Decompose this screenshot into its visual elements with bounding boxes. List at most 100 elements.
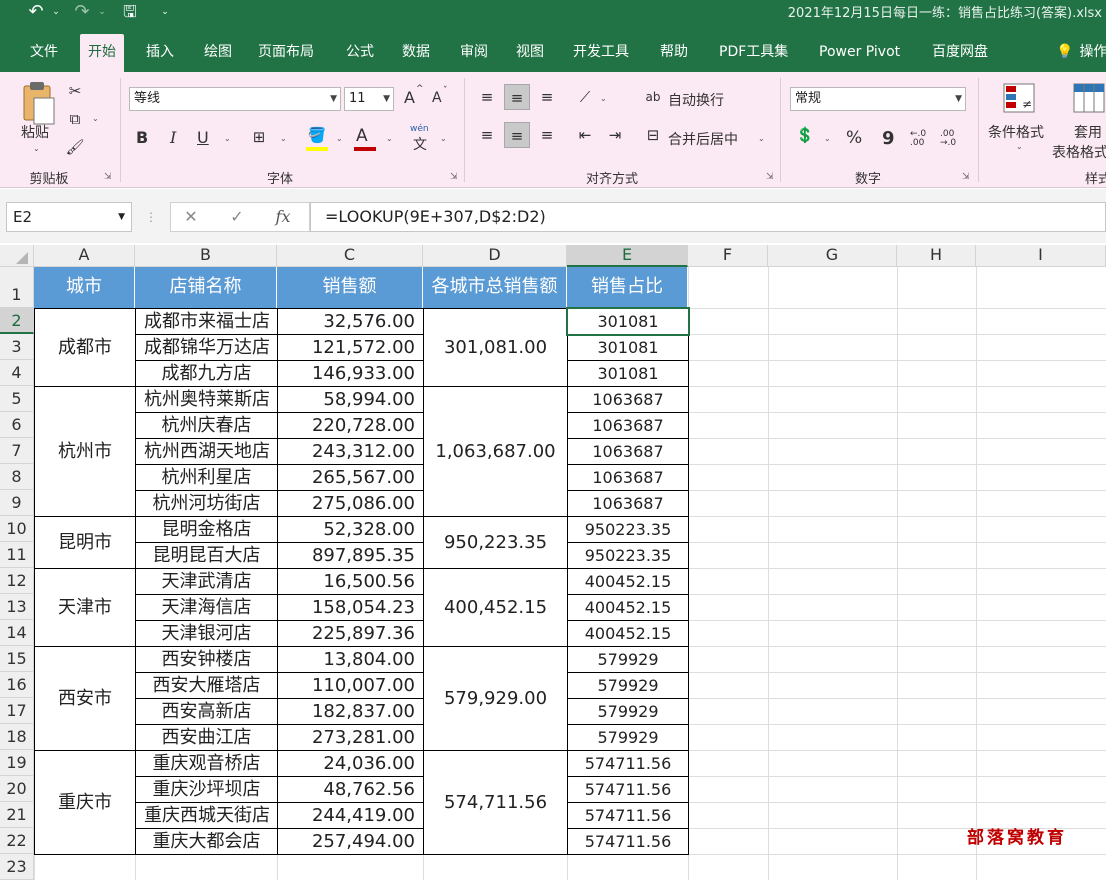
city-cell[interactable]: 杭州市 [34,386,136,517]
font-color-button[interactable]: A [356,126,368,146]
tab-7[interactable]: 审阅 [452,32,496,72]
store-name-cell[interactable]: 杭州利星店 [135,464,278,491]
cancel-icon[interactable]: ✕ [176,202,206,232]
table-header-cell[interactable]: 店铺名称 [135,267,277,308]
sales-ratio-cell[interactable]: 1063687 [567,438,689,465]
align-right-icon[interactable]: ≡ [534,122,560,148]
city-total-cell[interactable]: 950,223.35 [423,516,568,569]
row-header-9[interactable]: 9 [0,490,34,516]
cut-icon[interactable]: ✂ [62,78,88,104]
undo-dropdown-icon[interactable]: ⌄ [50,0,62,24]
sales-ratio-cell[interactable]: 950223.35 [567,516,689,543]
sales-ratio-cell[interactable]: 574711.56 [567,750,689,777]
column-header-G[interactable]: G [768,245,897,267]
chevron-down-icon[interactable]: ▼ [118,203,125,231]
sales-cell[interactable]: 243,312.00 [277,438,424,465]
phonetic-top[interactable]: wén [410,124,429,134]
accounting-format-icon[interactable]: 💲 [792,122,818,148]
sales-cell[interactable]: 32,576.00 [277,308,424,335]
italic-button[interactable]: I [170,128,176,147]
sales-ratio-cell[interactable]: 579929 [567,672,689,699]
conditional-format-icon[interactable]: ≠ [1002,82,1038,116]
store-name-cell[interactable]: 成都市来福士店 [135,308,278,335]
font-size-combo[interactable]: 11 ▼ [344,87,394,111]
column-header-F[interactable]: F [688,245,768,267]
wrap-text-icon[interactable]: ab [640,84,666,110]
row-header-23[interactable]: 23 [0,854,34,880]
save-icon[interactable]: 🖫 [118,0,142,24]
enter-icon[interactable]: ✓ [222,202,252,232]
wrap-text-button[interactable]: 自动换行 [668,90,724,110]
sales-cell[interactable]: 158,054.23 [277,594,424,621]
sales-ratio-cell[interactable]: 400452.15 [567,594,689,621]
row-header-13[interactable]: 13 [0,594,34,620]
tab-1[interactable]: 开始 [80,34,124,72]
font-name-combo[interactable]: 等线 ▼ [129,87,341,111]
tab-4[interactable]: 页面布局 [250,32,322,72]
align-left-icon[interactable]: ≡ [474,122,500,148]
sales-cell[interactable]: 244,419.00 [277,802,424,829]
customize-toolbar-icon[interactable]: ⌄ [158,0,172,24]
redo-icon[interactable]: ↷ [70,0,94,24]
sales-cell[interactable]: 275,086.00 [277,490,424,517]
store-name-cell[interactable]: 西安曲江店 [135,724,278,751]
format-as-table-icon[interactable] [1072,82,1106,116]
tab-9[interactable]: 开发工具 [565,32,637,72]
align-bottom-icon[interactable]: ≡ [534,84,560,110]
sales-cell[interactable]: 182,837.00 [277,698,424,725]
store-name-cell[interactable]: 天津银河店 [135,620,278,647]
format-as-table-button-top[interactable]: 套用 [1074,122,1102,142]
number-format-combo[interactable]: 常规 ▼ [790,87,966,111]
align-middle-icon[interactable]: ≡ [504,84,530,110]
sales-cell[interactable]: 52,328.00 [277,516,424,543]
store-name-cell[interactable]: 重庆沙坪坝店 [135,776,278,803]
city-cell[interactable]: 天津市 [34,568,136,647]
alignment-launcher-icon[interactable]: ⇲ [766,172,774,182]
row-header-4[interactable]: 4 [0,360,34,386]
table-header-cell[interactable]: 销售占比 [567,267,688,308]
fill-color-dropdown-icon[interactable]: ⌄ [336,134,343,143]
conditional-format-dropdown-icon[interactable]: ⌄ [1016,142,1023,151]
decrease-decimal-button[interactable]: .00 →.0 [940,130,968,148]
sales-ratio-cell[interactable]: 574711.56 [567,776,689,803]
tab-13[interactable]: 百度网盘 [924,32,996,72]
sales-ratio-cell[interactable]: 579929 [567,724,689,751]
sales-cell[interactable]: 16,500.56 [277,568,424,595]
column-header-A[interactable]: A [34,245,135,267]
sales-ratio-cell[interactable]: 950223.35 [567,542,689,569]
underline-dropdown-icon[interactable]: ⌄ [224,134,231,143]
row-header-1[interactable]: 1 [0,267,34,308]
store-name-cell[interactable]: 西安高新店 [135,698,278,725]
store-name-cell[interactable]: 天津武清店 [135,568,278,595]
shrink-font-button[interactable]: A [432,90,442,106]
orientation-icon[interactable]: ⟋ [572,84,598,110]
store-name-cell[interactable]: 西安大雁塔店 [135,672,278,699]
number-launcher-icon[interactable]: ⇲ [962,172,970,182]
store-name-cell[interactable]: 西安钟楼店 [135,646,278,673]
store-name-cell[interactable]: 杭州西湖天地店 [135,438,278,465]
row-header-19[interactable]: 19 [0,750,34,776]
redo-dropdown-icon[interactable]: ⌄ [96,0,108,24]
store-name-cell[interactable]: 成都九方店 [135,360,278,387]
format-as-table-button-bottom[interactable]: 表格格式 [1052,142,1106,162]
decrease-indent-icon[interactable]: ⇤ [572,122,598,148]
column-header-B[interactable]: B [135,245,277,267]
chevron-down-icon[interactable]: ▼ [383,88,390,110]
percent-style-button[interactable]: % [846,128,862,148]
phonetic-dropdown-icon[interactable]: ⌄ [440,134,447,143]
column-header-E[interactable]: E [567,245,688,267]
table-header-cell[interactable]: 各城市总销售额 [423,267,567,308]
sales-ratio-cell[interactable]: 301081 [567,360,689,387]
row-header-3[interactable]: 3 [0,334,34,360]
tab-6[interactable]: 数据 [394,32,438,72]
tab-8[interactable]: 视图 [508,32,552,72]
sales-ratio-cell[interactable]: 400452.15 [567,568,689,595]
sales-cell[interactable]: 48,762.56 [277,776,424,803]
row-header-15[interactable]: 15 [0,646,34,672]
insert-function-icon[interactable]: fx [268,202,298,232]
city-total-cell[interactable]: 400,452.15 [423,568,568,647]
store-name-cell[interactable]: 天津海信店 [135,594,278,621]
tab-2[interactable]: 插入 [138,32,182,72]
row-header-10[interactable]: 10 [0,516,34,542]
border-dropdown-icon[interactable]: ⌄ [280,134,287,143]
